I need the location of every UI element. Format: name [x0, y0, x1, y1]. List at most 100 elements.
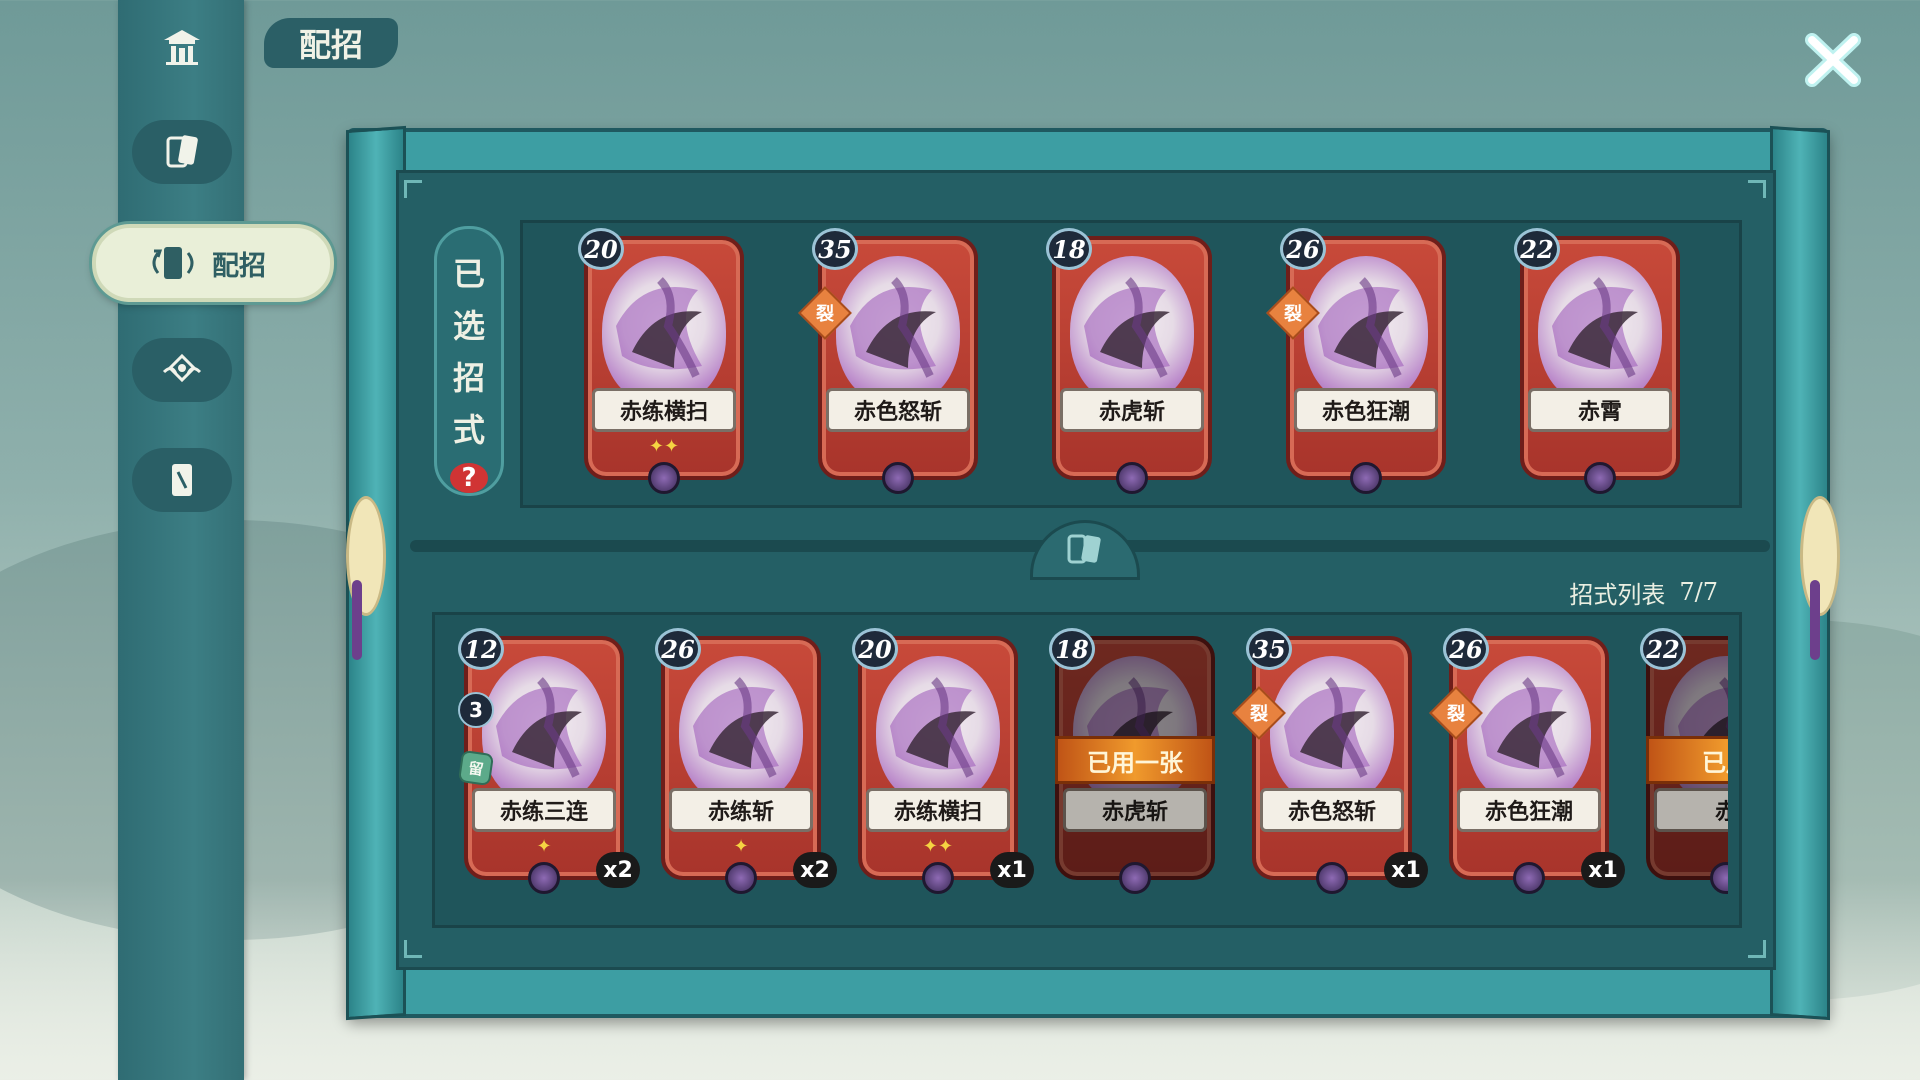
- selected-label-char: 选: [452, 307, 485, 345]
- used-banner: 已用: [1646, 736, 1728, 784]
- card-art-icon: [616, 277, 702, 378]
- sidebar-item-cards[interactable]: [132, 120, 232, 184]
- skill-card[interactable]: 赤练三连 12 ✦ 3 留 x2: [457, 628, 640, 894]
- close-button[interactable]: [1800, 30, 1866, 90]
- card-name: 赤练横扫: [866, 788, 1010, 832]
- sidebar-item-emblem[interactable]: [132, 338, 232, 402]
- card-art-icon: [1318, 277, 1404, 378]
- card-cost: 18: [1046, 228, 1092, 270]
- energy-gem-icon: [1350, 462, 1382, 494]
- close-icon: [1805, 33, 1861, 87]
- selected-label-char: 已: [452, 255, 485, 293]
- energy-gem-icon: [725, 862, 757, 894]
- skill-card[interactable]: 赤虎斩 18 已用一张: [1049, 628, 1215, 894]
- deck-icon: [152, 247, 194, 279]
- skill-list-label: 招式列表: [1569, 580, 1666, 609]
- card-count: x2: [596, 852, 640, 888]
- card-stars: ✦: [733, 836, 749, 857]
- card-name: 赤霄: [1528, 388, 1672, 432]
- skill-card[interactable]: 赤练横扫 20 ✦✦ x1: [852, 628, 1034, 894]
- card-sub-cost: 3: [458, 692, 494, 728]
- skill-card[interactable]: 赤练斩 26 ✦ x2: [655, 628, 837, 894]
- card-cost: 22: [1514, 228, 1560, 270]
- page-title-text: 配招: [298, 26, 363, 64]
- skill-card[interactable]: 赤霄 22: [1514, 228, 1680, 494]
- card-art-icon: [496, 677, 582, 778]
- energy-gem-icon: [1119, 862, 1151, 894]
- card-single-icon: [172, 464, 192, 496]
- skill-card[interactable]: 赤练横扫 20 ✦✦: [578, 228, 744, 494]
- cards-icon: [1067, 534, 1101, 564]
- card-cost: 20: [852, 628, 898, 670]
- skill-card[interactable]: 赤色狂潮 26 裂 x1: [1429, 628, 1625, 894]
- card-count: x2: [793, 852, 837, 888]
- pavilion-icon: [164, 30, 200, 65]
- card-name: 赤虎斩: [1063, 788, 1207, 832]
- selected-label-char: 式: [452, 411, 485, 449]
- card-name: 赤虎斩: [1060, 388, 1204, 432]
- skill-card[interactable]: 赤色狂潮 26 裂: [1266, 228, 1446, 494]
- energy-gem-icon: [1584, 462, 1616, 494]
- card-name: 赤色狂潮: [1294, 388, 1438, 432]
- card-art: [679, 656, 803, 806]
- card-art: [876, 656, 1000, 806]
- split-badge-label: 裂: [1250, 704, 1268, 725]
- card-art: [1070, 256, 1194, 406]
- sidebar-item-label: 配招: [212, 250, 266, 282]
- sidebar: [118, 0, 244, 1080]
- energy-gem-icon: [1116, 462, 1148, 494]
- card-name: 赤练横扫: [592, 388, 736, 432]
- sidebar-item-single-card[interactable]: [132, 448, 232, 512]
- card-cost: 18: [1049, 628, 1095, 670]
- card-art-icon: [1084, 277, 1170, 378]
- card-art: [602, 256, 726, 406]
- card-cost: 35: [1246, 628, 1292, 670]
- split-badge-label: 裂: [1447, 704, 1465, 725]
- card-art: [836, 256, 960, 406]
- card-count: x1: [1581, 852, 1625, 888]
- card-art: [1304, 256, 1428, 406]
- card-stars: ✦✦: [648, 436, 680, 457]
- card-stars: ✦✦: [922, 836, 954, 857]
- card-cost: 12: [458, 628, 504, 670]
- frame-corner: [404, 180, 422, 198]
- card-cost: 26: [655, 628, 701, 670]
- energy-gem-icon: [1513, 862, 1545, 894]
- card-name: 赤练斩: [669, 788, 813, 832]
- card-cost: 20: [578, 228, 624, 270]
- split-badge-label: 裂: [1284, 304, 1302, 325]
- card-art-icon: [890, 677, 976, 778]
- skill-list-header: 招式列表 7/7: [1500, 574, 1718, 610]
- card-cost: 22: [1640, 628, 1686, 670]
- skill-card[interactable]: 赤虎斩 18: [1046, 228, 1212, 494]
- frame-corner: [1748, 180, 1766, 198]
- card-name: 赤色怒斩: [826, 388, 970, 432]
- skill-card[interactable]: 赤色怒斩 35 裂: [798, 228, 978, 494]
- page-title: 配招: [264, 18, 398, 68]
- skill-list-count: 7/7: [1679, 578, 1718, 606]
- energy-gem-icon: [882, 462, 914, 494]
- sidebar-item-pavilion[interactable]: [132, 14, 232, 78]
- card-art-icon: [1481, 677, 1567, 778]
- energy-gem-icon: [1316, 862, 1348, 894]
- skill-card[interactable]: 赤色怒斩 35 裂 x1: [1232, 628, 1428, 894]
- card-name: 赤色狂潮: [1457, 788, 1601, 832]
- frame-corner: [404, 940, 422, 958]
- cards-icon: [166, 135, 198, 168]
- card-art-icon: [1284, 677, 1370, 778]
- scroll-knob-right: [1800, 496, 1840, 616]
- skill-card[interactable]: 赤 22 已用: [1640, 628, 1728, 894]
- help-icon[interactable]: ?: [450, 463, 488, 493]
- sidebar-item-loadout[interactable]: 配招: [92, 224, 334, 302]
- card-count: x1: [1384, 852, 1428, 888]
- card-art-icon: [693, 677, 779, 778]
- card-count: x1: [990, 852, 1034, 888]
- tassel-left: [352, 580, 362, 660]
- card-cost: 26: [1443, 628, 1489, 670]
- selected-label-char: 招: [452, 359, 485, 397]
- energy-gem-icon: [528, 862, 560, 894]
- card-art: [1467, 656, 1591, 806]
- skill-list-scroll[interactable]: 赤练三连 12 ✦ 3 留 x2 赤练斩 26 ✦ x2 赤练横扫 20 ✦✦ x1 赤虎斩 18 已用一张 赤色…: [440, 622, 1728, 922]
- card-art: [1538, 256, 1662, 406]
- used-banner: 已用一张: [1055, 736, 1215, 784]
